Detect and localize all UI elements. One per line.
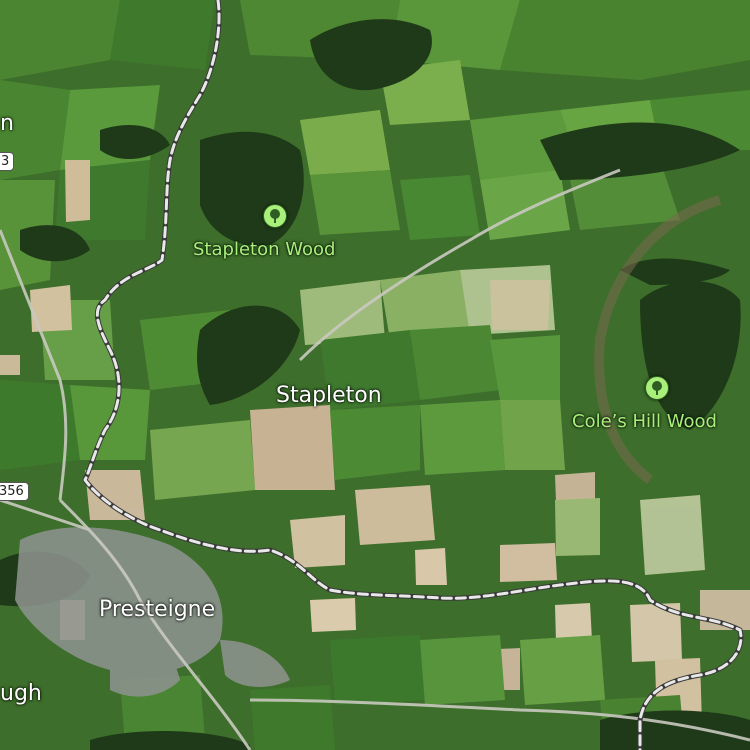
road-shield-b4356: 356 — [0, 482, 29, 501]
place-label-edge-bottom: ugh — [0, 681, 42, 706]
poi-label-stapleton-wood[interactable]: Stapleton Wood — [193, 239, 335, 260]
poi-label-coles-hill-wood[interactable]: Cole’s Hill Wood — [572, 411, 717, 432]
tree-icon[interactable] — [263, 204, 287, 228]
road-shield-top: 3 — [0, 152, 15, 171]
map-view[interactable]: Stapleton Wood Cole’s Hill Wood Stapleto… — [0, 0, 750, 750]
place-label-edge-top: n — [0, 111, 14, 136]
tree-icon-glyph — [270, 209, 280, 223]
place-label-presteigne[interactable]: Presteigne — [99, 597, 215, 622]
tree-icon[interactable] — [645, 376, 669, 400]
satellite-imagery — [0, 0, 750, 750]
place-label-stapleton[interactable]: Stapleton — [276, 383, 382, 408]
tree-icon-glyph — [652, 381, 662, 395]
